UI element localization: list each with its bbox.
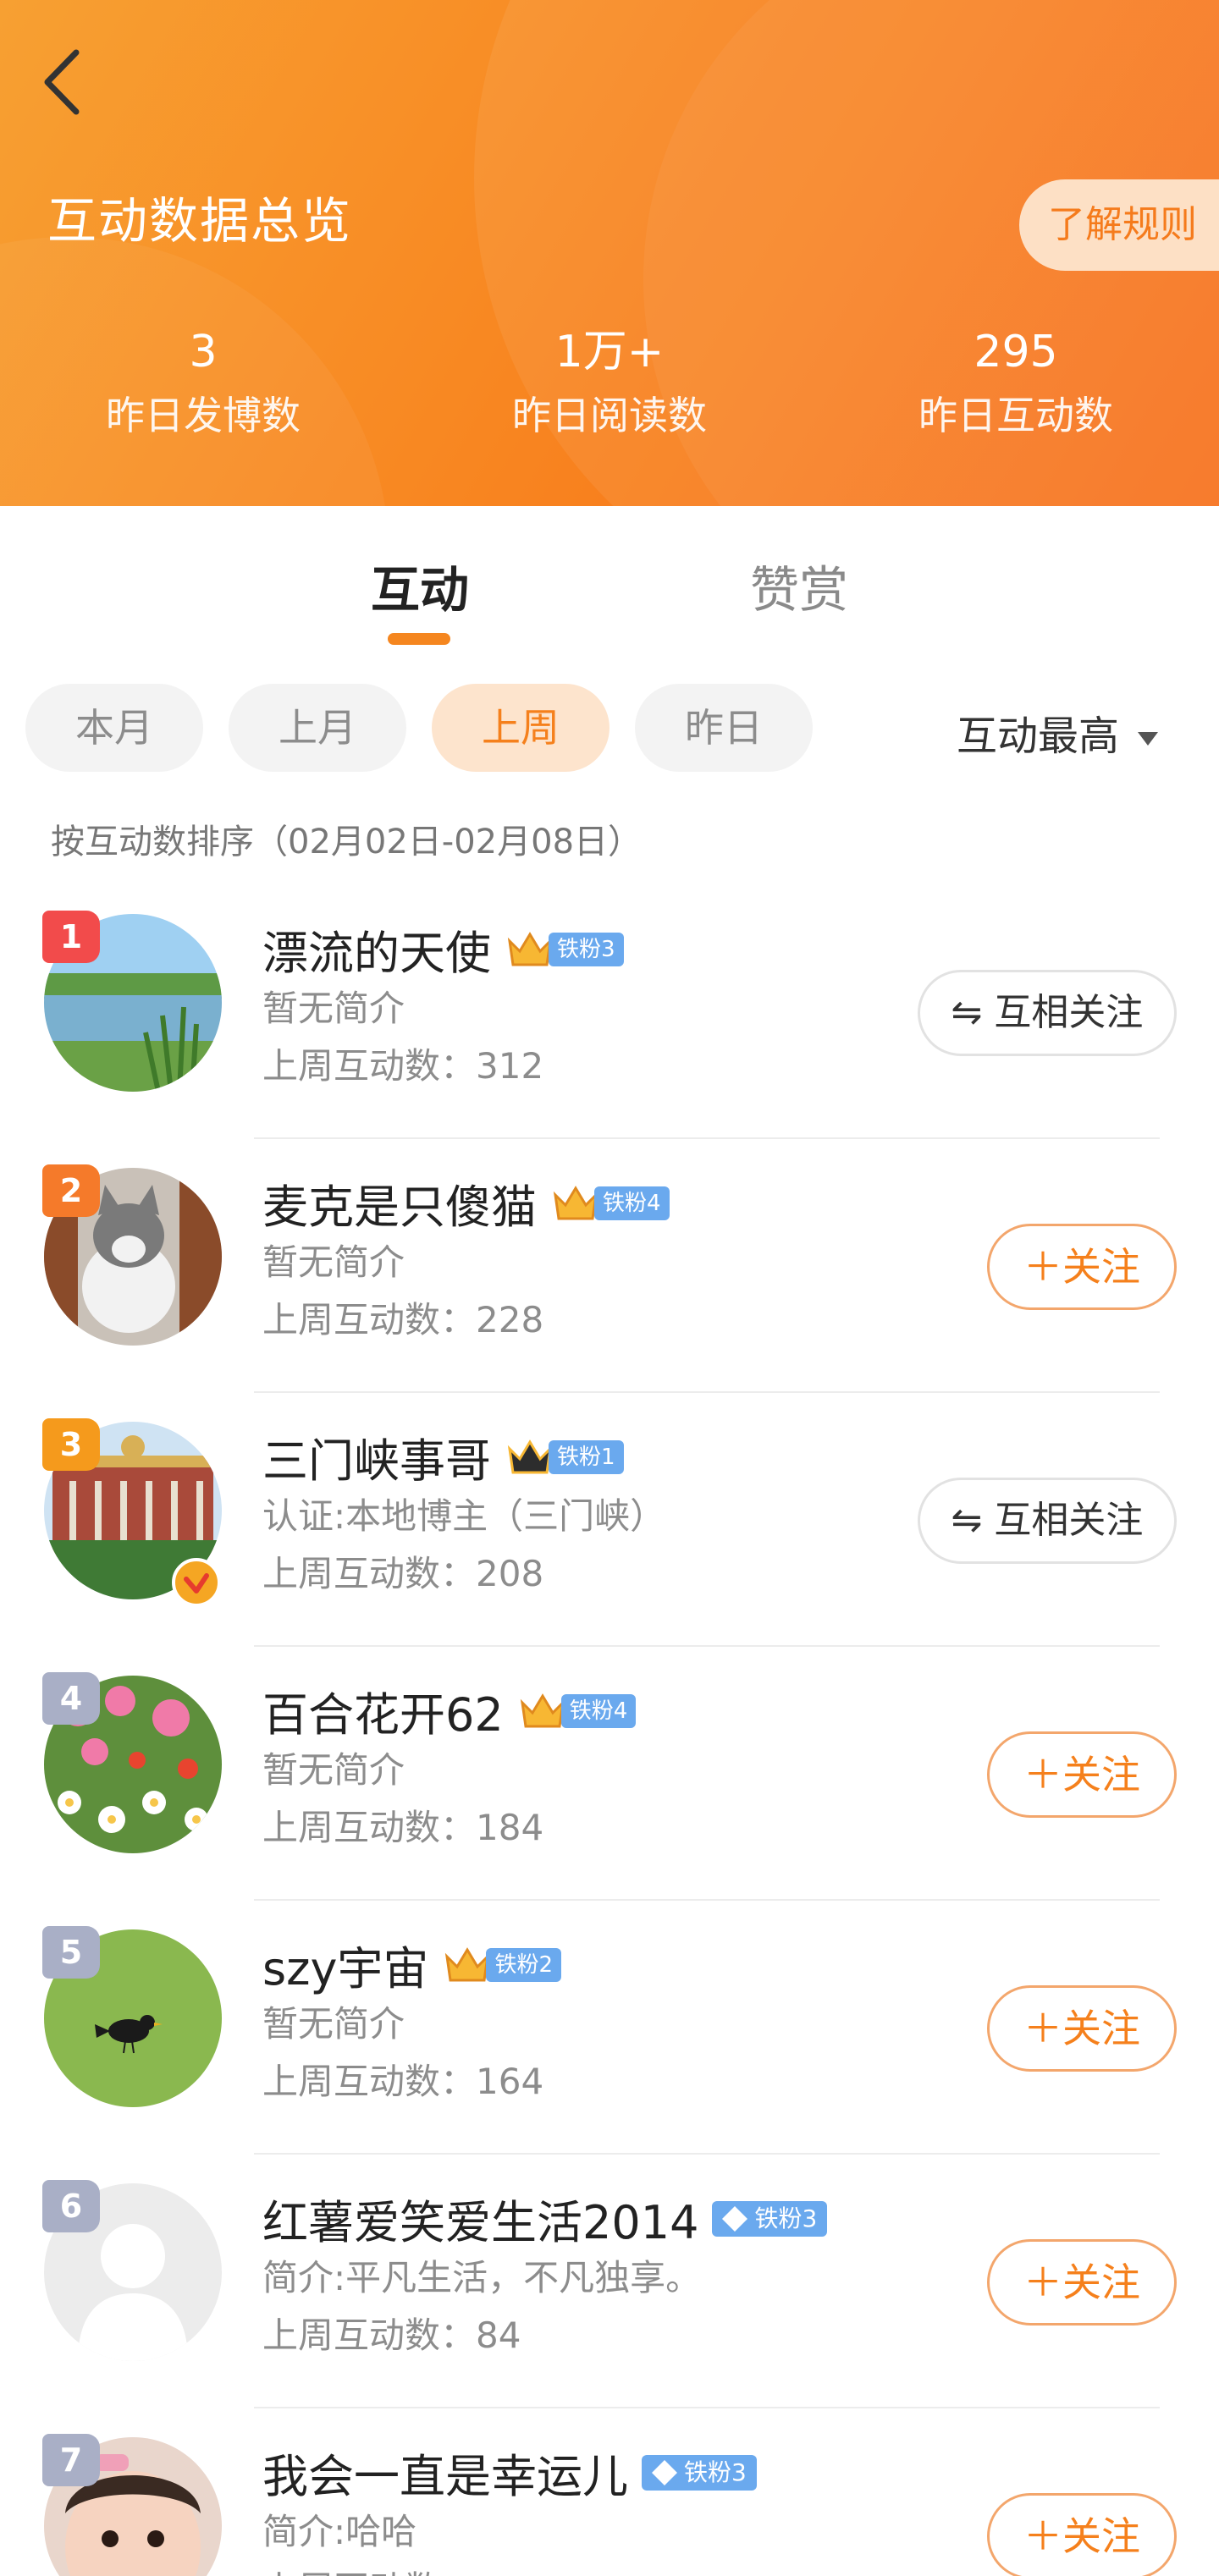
fan-level-label: 铁粉2 xyxy=(486,1947,561,1982)
filter-last-week[interactable]: 上周 xyxy=(432,684,610,772)
rank-badge: 5 xyxy=(42,1926,100,1979)
interaction-count: 上周互动数：208 xyxy=(262,1553,544,1594)
user-bio: 认证:本地博主（三门峡） xyxy=(262,1495,666,1537)
user-name[interactable]: 漂流的天使 xyxy=(262,916,491,983)
rank-badge: 7 xyxy=(42,2434,100,2486)
sort-label: 互动最高 xyxy=(957,713,1120,760)
diamond-icon xyxy=(722,2205,748,2232)
list-item[interactable]: 6 红薯爱笑爱生活2014 铁粉3 简介:平凡生活，不凡独享。 上周互动数：84… xyxy=(0,2155,1219,2408)
user-bio: 暂无简介 xyxy=(262,1749,405,1791)
stat-label: 昨日阅读数 xyxy=(512,393,707,438)
list-item[interactable]: 5 szy宇宙 铁粉2 暂无简介 上周互动数：164 ＋关注 xyxy=(0,1901,1219,2155)
interaction-count: 上周互动数：228 xyxy=(262,1299,544,1340)
interaction-count: 上周互动数：312 xyxy=(262,1045,544,1087)
interaction-count: 上周互动数： xyxy=(262,2561,476,2576)
fan-level-label: 铁粉1 xyxy=(549,1439,624,1474)
filter-last-month[interactable]: 上月 xyxy=(229,684,406,772)
tab-reward[interactable]: 赞赏 xyxy=(750,550,848,621)
list-item[interactable]: 4 百合花开62 铁粉4 暂无简介 上周互动数：184 ＋关注 xyxy=(0,1647,1219,1901)
stat-interactions: 295 昨日互动数 xyxy=(889,325,1143,442)
stat-label: 昨日发博数 xyxy=(106,393,301,438)
diamond-icon xyxy=(652,2459,677,2485)
user-name[interactable]: 我会一直是幸运儿 xyxy=(262,2439,628,2506)
user-name[interactable]: 红薯爱笑爱生活2014 xyxy=(262,2185,698,2252)
user-name[interactable]: 百合花开62 xyxy=(262,1677,504,1744)
sort-dropdown[interactable]: 互动最高 xyxy=(957,702,1159,762)
stat-value: 1万+ xyxy=(554,327,665,377)
verified-icon xyxy=(172,1558,221,1607)
stat-value: 3 xyxy=(189,327,218,377)
rank-badge: 2 xyxy=(42,1164,100,1217)
follow-button[interactable]: ＋关注 xyxy=(987,2239,1177,2326)
user-bio: 简介:哈哈 xyxy=(262,2511,417,2552)
rank-badge: 1 xyxy=(42,911,100,963)
crown-icon xyxy=(520,1693,565,1727)
fan-level-label: 铁粉4 xyxy=(594,1186,670,1220)
crown-icon xyxy=(507,1439,553,1473)
fan-level-badge: 铁粉2 xyxy=(444,1945,561,1985)
fan-level-badge: 铁粉4 xyxy=(552,1183,670,1224)
crown-icon xyxy=(507,931,553,966)
list-item[interactable]: 2 麦克是只傻猫 铁粉4 暂无简介 上周互动数：228 ＋关注 xyxy=(0,1139,1219,1393)
mutual-follow-button[interactable]: ⇋ 互相关注 xyxy=(918,1478,1177,1564)
back-button[interactable] xyxy=(34,44,93,120)
follow-button[interactable]: ＋关注 xyxy=(987,1731,1177,1818)
rank-badge: 6 xyxy=(42,2180,100,2232)
interaction-count: 上周互动数：84 xyxy=(262,2315,521,2356)
rules-button[interactable]: 了解规则 xyxy=(1019,179,1219,271)
interaction-count: 上周互动数：164 xyxy=(262,2061,544,2102)
stat-value: 295 xyxy=(974,327,1058,377)
filter-this-month[interactable]: 本月 xyxy=(25,684,203,772)
user-name[interactable]: szy宇宙 xyxy=(262,1931,428,1998)
follow-button[interactable]: ＋关注 xyxy=(987,1224,1177,1310)
tab-interaction[interactable]: 互动 xyxy=(371,550,469,621)
stat-posts: 3 昨日发博数 xyxy=(76,325,330,442)
stat-label: 昨日互动数 xyxy=(918,393,1113,438)
mutual-follow-button[interactable]: ⇋ 互相关注 xyxy=(918,970,1177,1056)
fan-level-label: 铁粉4 xyxy=(560,1693,637,1728)
user-bio: 暂无简介 xyxy=(262,1241,405,1283)
crown-icon xyxy=(445,1946,490,1981)
interaction-count: 上周互动数：184 xyxy=(262,1807,544,1848)
rank-badge: 4 xyxy=(42,1672,100,1725)
user-name[interactable]: 麦克是只傻猫 xyxy=(262,1170,537,1236)
page-title: 互动数据总览 xyxy=(47,192,353,250)
fan-level-badge: 铁粉3 xyxy=(712,2200,828,2237)
list-item[interactable]: 1 漂流的天使 铁粉3 暂无简介 上周互动数：312 ⇋ 互相关注 xyxy=(0,885,1219,1139)
filter-yesterday[interactable]: 昨日 xyxy=(635,684,813,772)
fan-level-badge: 铁粉3 xyxy=(506,929,624,970)
rank-badge: 3 xyxy=(42,1418,100,1471)
chevron-left-icon xyxy=(44,49,80,115)
user-bio: 暂无简介 xyxy=(262,2003,405,2045)
user-bio: 简介:平凡生活，不凡独享。 xyxy=(262,2257,702,2298)
sort-description: 按互动数排序（02月02日-02月08日） xyxy=(51,823,643,861)
fan-level-badge: 铁粉3 xyxy=(642,2454,757,2491)
caret-down-icon xyxy=(1138,732,1159,746)
list-item[interactable]: 3 三门峡事哥 铁粉1 认证:本地博主（三门峡） 上周互动数：208 ⇋ 互相关… xyxy=(0,1393,1219,1647)
user-name[interactable]: 三门峡事哥 xyxy=(262,1423,491,1490)
follow-button[interactable]: ＋关注 xyxy=(987,1985,1177,2072)
tab-active-indicator xyxy=(388,633,450,645)
user-bio: 暂无简介 xyxy=(262,988,405,1029)
fan-level-label: 铁粉3 xyxy=(549,932,624,966)
list-item[interactable]: 7 我会一直是幸运儿 铁粉3 简介:哈哈 上周互动数： ＋关注 xyxy=(0,2408,1219,2576)
stat-reads: 1万+ 昨日阅读数 xyxy=(483,325,736,442)
fan-level-badge: 铁粉1 xyxy=(506,1437,624,1478)
follow-button[interactable]: ＋关注 xyxy=(987,2493,1177,2576)
header-banner: 互动数据总览 了解规则 3 昨日发博数 1万+ 昨日阅读数 295 昨日互动数 xyxy=(0,0,1219,506)
fan-level-badge: 铁粉4 xyxy=(519,1691,637,1731)
crown-icon xyxy=(553,1185,598,1219)
